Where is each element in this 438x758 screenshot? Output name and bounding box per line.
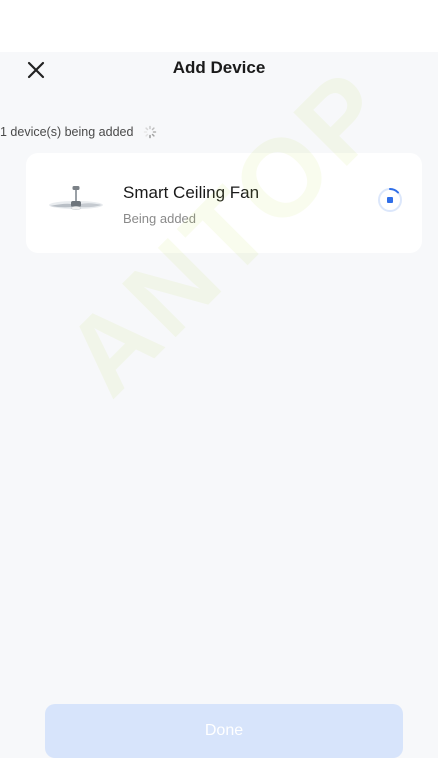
header: Add Device [0,52,438,88]
add-device-page: Add Device 1 device(s) being added Smart… [0,0,438,758]
add-device-screen: Add Device 1 device(s) being added Smart… [0,52,438,758]
done-button[interactable]: Done [45,704,403,758]
device-name: Smart Ceiling Fan [123,183,260,202]
progress-spinner-icon [378,188,402,212]
ceiling-fan-icon [49,186,103,210]
adding-status-text: 1 device(s) being added [0,125,134,139]
status-bar-area [0,0,438,52]
device-status: Being added [123,211,197,226]
device-card[interactable]: Smart Ceiling Fan Being added [26,153,422,253]
adding-status-row: 1 device(s) being added [0,122,157,142]
loading-spinner-icon [144,125,157,139]
page-title: Add Device [172,58,266,77]
